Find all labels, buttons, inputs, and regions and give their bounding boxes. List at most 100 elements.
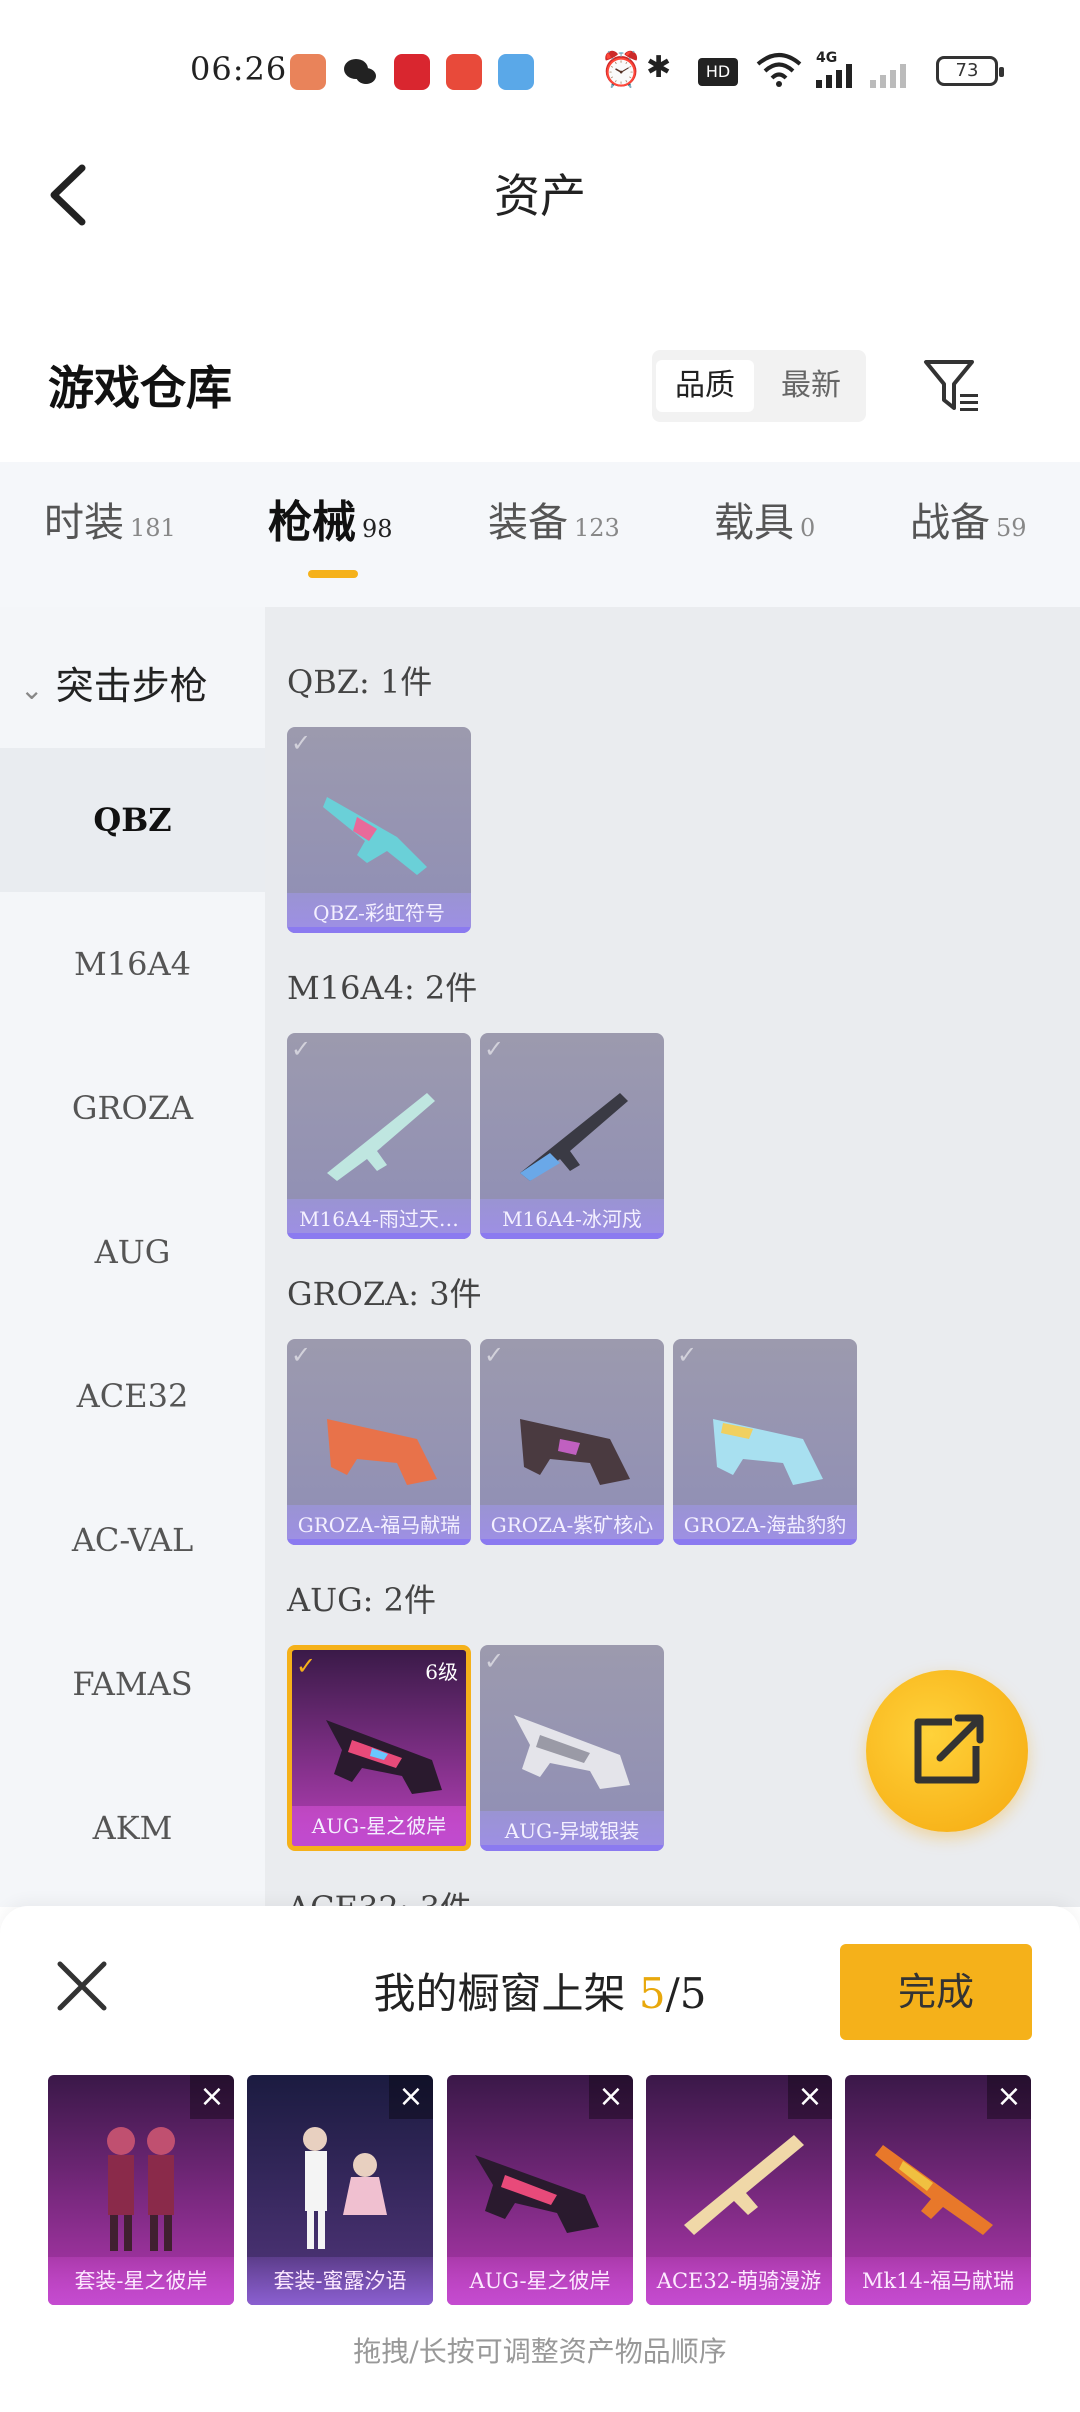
- app-notification-icon: [394, 54, 430, 90]
- group-title-groza: GROZA: 3件: [287, 1275, 482, 1313]
- outfit-image: [107, 2127, 175, 2251]
- showcase-caption: 套装-蜜露汐语: [247, 2257, 433, 2305]
- check-icon: ✓: [291, 1035, 312, 1063]
- tab-count: 0: [800, 514, 816, 542]
- check-icon: ✓: [291, 1341, 312, 1369]
- weapon-image: [713, 1419, 823, 1485]
- check-icon: ✓: [484, 1341, 505, 1369]
- remove-icon[interactable]: ×: [190, 2075, 234, 2119]
- rarity-bar: [480, 1539, 664, 1545]
- rarity-bar: [287, 927, 471, 933]
- sort-toggle: 品质 最新: [652, 350, 866, 422]
- battery-icon: 73: [936, 56, 1004, 86]
- wifi-icon: [756, 52, 802, 92]
- weapon-image: [520, 1093, 628, 1181]
- tab-count: 181: [130, 514, 176, 542]
- signal-icon: [816, 64, 856, 92]
- weapon-image: [323, 797, 427, 875]
- weapon-image: [475, 2155, 599, 2233]
- showcase-item[interactable]: × 套装-蜜露汐语: [247, 2075, 433, 2305]
- tab-guns[interactable]: 枪械 98: [268, 486, 393, 550]
- tab-supplies[interactable]: 战备 59: [910, 490, 1027, 548]
- remove-icon[interactable]: ×: [987, 2075, 1031, 2119]
- sidebar-item-akm[interactable]: AKM: [0, 1756, 265, 1900]
- taobao-icon: [446, 54, 482, 90]
- check-icon: ✓: [677, 1341, 698, 1369]
- sheet-title-label: 我的橱窗上架: [373, 1969, 626, 2018]
- tab-equipment[interactable]: 装备 123: [488, 490, 620, 548]
- sidebar-item-ace32[interactable]: ACE32: [0, 1324, 265, 1468]
- tab-label: 装备: [488, 500, 568, 546]
- remove-icon[interactable]: ×: [788, 2075, 832, 2119]
- share-button[interactable]: [866, 1670, 1028, 1832]
- check-icon: ✓: [484, 1647, 505, 1675]
- weapon-card[interactable]: ✓ M16A4-雨过天…: [287, 1033, 471, 1239]
- weapon-card[interactable]: ✓ M16A4-冰河戍: [480, 1033, 664, 1239]
- weapon-card[interactable]: ✓ QBZ-彩虹符号: [287, 727, 471, 933]
- showcase-item[interactable]: × 套装-星之彼岸: [48, 2075, 234, 2305]
- tab-count: 123: [574, 514, 620, 542]
- showcase-item[interactable]: × ACE32-萌骑漫游: [646, 2075, 832, 2305]
- sidebar-item-qbz[interactable]: QBZ: [0, 748, 265, 892]
- sidebar-item-groza[interactable]: GROZA: [0, 1036, 265, 1180]
- app-notification-icon: [290, 54, 326, 90]
- page-title: 资产: [494, 169, 586, 223]
- weapon-image: [327, 1419, 437, 1485]
- tab-label: 载具: [714, 500, 794, 546]
- group-title-ace32: ACE32: 3件: [287, 1883, 472, 1907]
- weapon-image: [327, 1093, 435, 1181]
- rarity-bar: [480, 1233, 664, 1239]
- filter-button[interactable]: [922, 356, 982, 416]
- remove-icon[interactable]: ×: [389, 2075, 433, 2119]
- showcase-caption: 套装-星之彼岸: [48, 2257, 234, 2305]
- sidebar-item-m16a4[interactable]: M16A4: [0, 892, 265, 1036]
- showcase-caption: ACE32-萌骑漫游: [646, 2257, 832, 2305]
- alarm-icon: ⏰: [600, 50, 643, 90]
- reorder-hint: 拖拽/长按可调整资产物品顺序: [353, 2335, 727, 2368]
- weapon-card[interactable]: ✓ AUG-异域银装: [480, 1645, 664, 1851]
- group-title-aug: AUG: 2件: [287, 1581, 436, 1619]
- status-time: 06:26: [190, 50, 288, 88]
- done-button[interactable]: 完成: [840, 1944, 1032, 2040]
- showcase-item[interactable]: × Mk14-福马献瑞: [845, 2075, 1031, 2305]
- sort-quality[interactable]: 品质: [656, 360, 754, 412]
- card-caption: AUG-星之彼岸: [292, 1806, 466, 1846]
- remove-icon[interactable]: ×: [589, 2075, 633, 2119]
- outfit-image: [303, 2127, 387, 2249]
- rarity-bar: [287, 1539, 471, 1545]
- share-icon: [914, 1714, 984, 1784]
- section-title: 游戏仓库: [48, 361, 232, 415]
- showcase-item[interactable]: × AUG-星之彼岸: [447, 2075, 633, 2305]
- rarity-bar: [480, 1845, 664, 1851]
- weapon-image: [684, 2135, 804, 2235]
- showcase-caption: Mk14-福马献瑞: [845, 2257, 1031, 2305]
- tab-count: 59: [996, 514, 1027, 542]
- active-tab-indicator: [308, 570, 358, 578]
- sidebar-item-aug[interactable]: AUG: [0, 1180, 265, 1324]
- level-badge: 6级: [425, 1660, 458, 1684]
- tab-vehicles[interactable]: 载具 0: [714, 490, 815, 548]
- weapon-card[interactable]: ✓ GROZA-紫矿核心: [480, 1339, 664, 1545]
- wechat-icon: [342, 54, 378, 90]
- sidebar-item-ac-val[interactable]: AC-VAL: [0, 1468, 265, 1612]
- sort-newest[interactable]: 最新: [762, 360, 860, 412]
- sidebar-group-label: 突击步枪: [55, 664, 208, 708]
- tab-count: 98: [362, 515, 393, 543]
- sidebar-item-famas[interactable]: FAMAS: [0, 1612, 265, 1756]
- weapon-card-selected[interactable]: ✓ 6级 AUG-星之彼岸: [287, 1645, 471, 1851]
- tab-label: 时装: [44, 500, 124, 546]
- rarity-bar: [287, 1233, 471, 1239]
- tab-fashion[interactable]: 时装 181: [44, 490, 176, 548]
- chevron-down-icon: ⌄: [20, 673, 44, 706]
- hd-icon: HD: [698, 58, 738, 86]
- check-icon: ✓: [291, 729, 312, 757]
- weapon-card[interactable]: ✓ GROZA-海盐豹豹: [673, 1339, 857, 1545]
- weapon-card[interactable]: ✓ GROZA-福马献瑞: [287, 1339, 471, 1545]
- check-icon: ✓: [296, 1652, 317, 1680]
- bluetooth-icon: ✱: [646, 50, 672, 85]
- rarity-bar: [673, 1539, 857, 1545]
- weapon-image: [520, 1419, 630, 1485]
- weapon-image: [875, 2145, 993, 2235]
- filter-icon: [924, 360, 978, 411]
- sidebar-group-assault-rifles[interactable]: ⌄ 突击步枪: [20, 655, 208, 710]
